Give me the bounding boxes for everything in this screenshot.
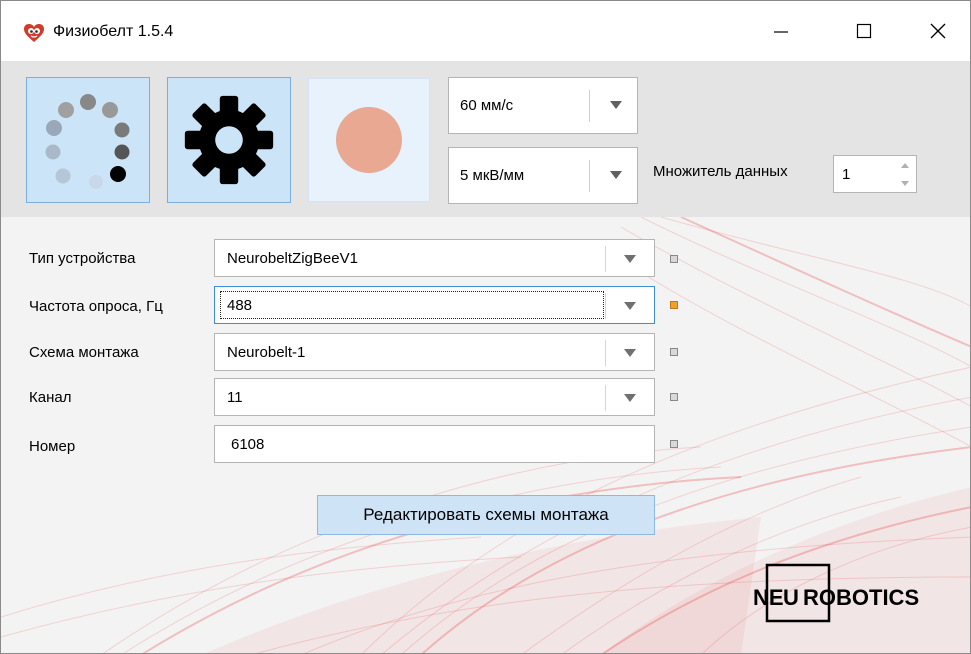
speed-dropdown[interactable]: 60 мм/с xyxy=(448,77,638,134)
chevron-down-icon xyxy=(624,302,636,310)
dropdown-separator xyxy=(605,246,606,272)
poll-frequency-dropdown[interactable]: 488 xyxy=(214,286,655,324)
maximize-button[interactable] xyxy=(841,13,887,49)
chevron-down-icon xyxy=(610,171,622,179)
chevron-down-icon xyxy=(624,394,636,402)
spin-down-icon[interactable] xyxy=(900,180,910,187)
app-window: Физиобелт 1.5.4 60 мм/с 5 мкВ/мм Множите… xyxy=(0,0,971,654)
multiplier-value[interactable]: 1 xyxy=(842,156,850,192)
minimize-icon xyxy=(774,31,788,33)
dropdown-separator xyxy=(605,385,606,411)
multiplier-spinbox[interactable]: 1 xyxy=(833,155,917,193)
record-button[interactable] xyxy=(308,78,430,202)
dropdown-separator xyxy=(605,293,606,319)
settings-button[interactable] xyxy=(167,77,291,203)
dropdown-separator xyxy=(605,340,606,366)
device-number-value[interactable]: 6108 xyxy=(231,426,264,462)
logo-text-right: ROBOTICS xyxy=(803,585,919,610)
poll-frequency-value: 488 xyxy=(227,296,253,314)
maximize-icon xyxy=(856,23,872,39)
gain-dropdown[interactable]: 5 мкВ/мм xyxy=(448,147,638,204)
montage-scheme-value: Neurobelt-1 xyxy=(227,343,306,361)
montage-scheme-indicator xyxy=(670,348,678,356)
minimize-button[interactable] xyxy=(758,13,804,49)
channel-value: 11 xyxy=(227,388,243,406)
loading-spinner-icon xyxy=(45,94,130,189)
window-title: Физиобелт 1.5.4 xyxy=(53,23,174,40)
dropdown-separator xyxy=(589,160,590,192)
poll-frequency-indicator xyxy=(670,301,678,309)
chevron-down-icon xyxy=(610,101,622,109)
logo-text-box: U xyxy=(783,585,799,610)
channel-label: Канал xyxy=(29,389,72,406)
connect-button[interactable] xyxy=(26,77,150,203)
device-number-label: Номер xyxy=(29,438,76,455)
montage-scheme-label: Схема монтажа xyxy=(29,344,139,361)
logo-text-left: NE xyxy=(753,585,784,610)
spin-up-icon[interactable] xyxy=(900,162,910,169)
neurobotics-logo: NE U ROBOTICS xyxy=(753,563,919,623)
multiplier-label: Множитель данных xyxy=(653,163,788,180)
gear-icon xyxy=(184,95,274,185)
chevron-down-icon xyxy=(624,255,636,263)
settings-panel: Тип устройства NeurobeltZigBeeV1 Частота… xyxy=(1,217,970,653)
device-type-indicator xyxy=(670,255,678,263)
focus-rectangle xyxy=(220,291,604,319)
device-type-dropdown[interactable]: NeurobeltZigBeeV1 xyxy=(214,239,655,277)
channel-dropdown[interactable]: 11 xyxy=(214,378,655,416)
heart-mascot-icon xyxy=(24,24,44,42)
montage-scheme-dropdown[interactable]: Neurobelt-1 xyxy=(214,333,655,371)
close-icon xyxy=(930,23,946,39)
gain-value: 5 мкВ/мм xyxy=(460,167,525,184)
dropdown-separator xyxy=(589,90,590,122)
device-number-input[interactable]: 6108 xyxy=(214,425,655,463)
poll-frequency-label: Частота опроса, Гц xyxy=(29,298,163,315)
close-button[interactable] xyxy=(915,13,961,49)
record-circle-icon xyxy=(336,107,402,173)
toolbar: 60 мм/с 5 мкВ/мм Множитель данных 1 xyxy=(1,61,970,217)
device-type-label: Тип устройства xyxy=(29,250,136,267)
speed-value: 60 мм/с xyxy=(460,97,514,114)
edit-montage-schemes-button[interactable]: Редактировать схемы монтажа xyxy=(317,495,655,535)
device-number-indicator xyxy=(670,440,678,448)
title-bar[interactable]: Физиобелт 1.5.4 xyxy=(1,1,970,61)
device-type-value: NeurobeltZigBeeV1 xyxy=(227,249,358,267)
chevron-down-icon xyxy=(624,349,636,357)
channel-indicator xyxy=(670,393,678,401)
